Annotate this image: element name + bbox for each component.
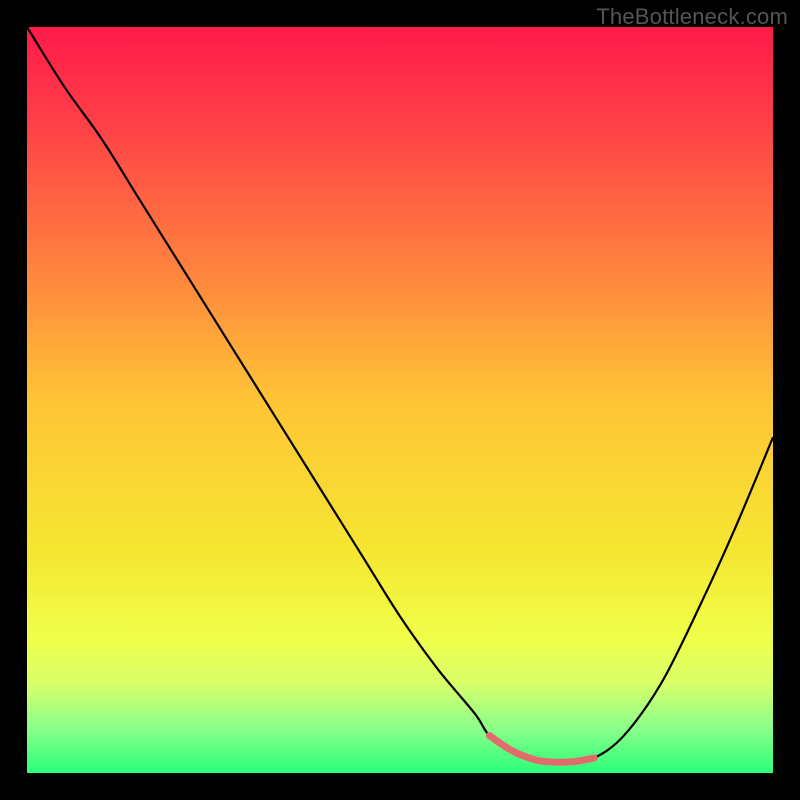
chart-plot-area [27,27,773,773]
chart-svg [27,27,773,773]
endpoint-dot [486,732,493,739]
chart-background [27,27,773,773]
watermark-text: TheBottleneck.com [596,4,788,30]
endpoint-dot [590,754,597,761]
